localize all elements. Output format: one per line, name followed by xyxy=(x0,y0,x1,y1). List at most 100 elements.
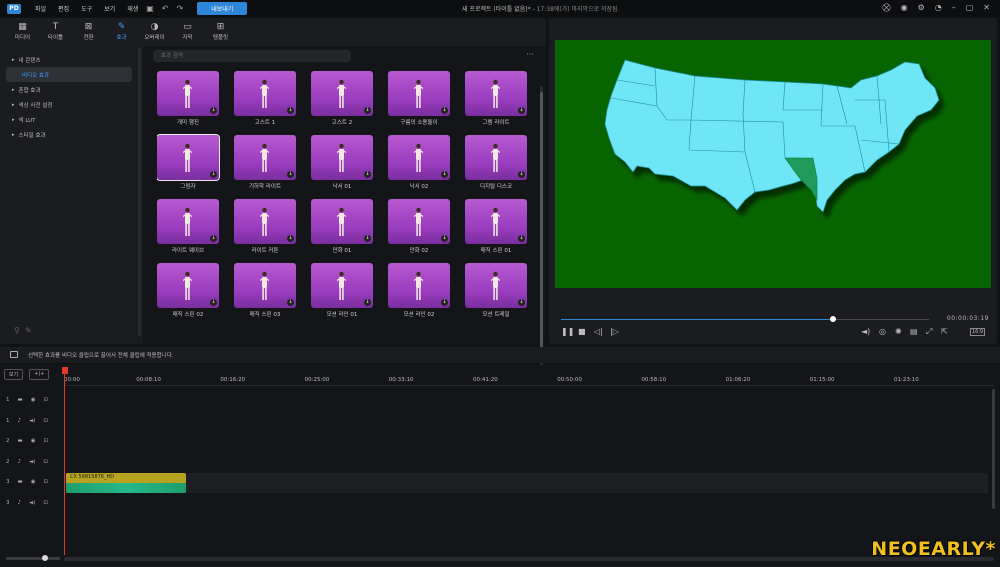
menu-view[interactable]: 보기 xyxy=(104,4,115,13)
account-icon[interactable]: ◉ xyxy=(901,3,908,13)
download-icon[interactable]: ↓ xyxy=(364,299,371,306)
playhead-handle[interactable] xyxy=(62,367,68,374)
tab-transition[interactable]: ⊠ 전환 xyxy=(72,18,105,44)
lock-icon[interactable]: ⊡ xyxy=(44,397,49,403)
track-lane[interactable] xyxy=(64,473,988,493)
aspect-ratio-button[interactable]: 16:9 xyxy=(970,328,986,336)
effect-thumbnail[interactable]: ↓ 낙서 02 xyxy=(388,135,452,191)
export-button[interactable]: 내보내기 xyxy=(197,2,248,15)
subtitle-toggle-icon[interactable]: ▤ xyxy=(910,327,918,336)
timeline-horizontal-scrollbar[interactable] xyxy=(64,557,994,561)
lock-icon[interactable]: ⊡ xyxy=(44,438,49,444)
visibility-icon[interactable]: ◉ xyxy=(31,438,36,444)
download-icon[interactable]: ↓ xyxy=(441,235,448,242)
download-icon[interactable]: ↓ xyxy=(441,299,448,306)
effect-thumbnail[interactable]: ↓ 라이트 웨이브 xyxy=(157,199,221,255)
menu-tools[interactable]: 도구 xyxy=(81,4,92,13)
effect-thumbnail[interactable]: ↓ 기하학 라이트 xyxy=(234,135,298,191)
tab-title[interactable]: T 타이틀 xyxy=(39,18,72,44)
download-icon[interactable]: ↓ xyxy=(287,171,294,178)
tree-item-blend-effects[interactable]: ▸ 혼합 효과 xyxy=(6,82,132,97)
tab-subtitle[interactable]: ▭ 자막 xyxy=(171,18,204,44)
timeline-ruler[interactable]: 00:00 00:08:10 00:16:20 00:25:00 00:33:10 00:… xyxy=(64,365,1000,387)
cart-icon[interactable]: ⛒ xyxy=(882,3,890,13)
effect-thumbnail[interactable]: ↓ 모션 라인 02 xyxy=(388,263,452,319)
effect-thumbnail[interactable]: ↓ 개미 행진 xyxy=(157,71,221,127)
edit-icon[interactable]: ✎ xyxy=(25,326,32,335)
download-icon[interactable]: ↓ xyxy=(518,171,525,178)
redo-icon[interactable]: ↷ xyxy=(177,4,184,13)
minimize-icon[interactable]: – xyxy=(952,3,956,13)
effect-thumbnail[interactable]: ↓ 만화 02 xyxy=(388,199,452,255)
download-icon[interactable]: ↓ xyxy=(210,107,217,114)
scrollbar-thumb[interactable] xyxy=(540,92,543,354)
tree-item-my-content[interactable]: ▸ 내 콘텐츠 xyxy=(6,52,132,67)
lock-icon[interactable]: ⊡ xyxy=(43,500,48,506)
visibility-icon[interactable]: ◉ xyxy=(31,397,36,403)
timeline-zoom-knob[interactable] xyxy=(42,555,48,561)
prev-frame-icon[interactable]: ◁| xyxy=(594,327,603,336)
settings-icon[interactable]: ⚙ xyxy=(918,3,925,13)
library-scrollbar[interactable] xyxy=(540,86,543,366)
save-icon[interactable]: ▣ xyxy=(146,4,154,13)
download-icon[interactable]: ↓ xyxy=(364,171,371,178)
more-options-icon[interactable]: ··· xyxy=(526,50,534,59)
visibility-icon[interactable]: ◉ xyxy=(31,479,36,485)
pause-icon[interactable]: ❚❚ xyxy=(561,327,574,336)
effect-thumbnail[interactable]: ↓ 모션 트레일 xyxy=(465,263,529,319)
tab-effect[interactable]: ✎ 효과 xyxy=(105,18,138,44)
effect-thumbnail[interactable]: ↓ 매직 스핀 02 xyxy=(157,263,221,319)
timeline-zoom-slider[interactable] xyxy=(6,557,60,560)
download-icon[interactable]: ↓ xyxy=(441,107,448,114)
tree-item-style-effects[interactable]: ▸ 스타일 효과 xyxy=(6,127,132,142)
mute-icon[interactable]: ◄) xyxy=(29,500,35,506)
effect-thumbnail[interactable]: ↓ 매직 스핀 03 xyxy=(234,263,298,319)
lock-icon[interactable]: ⊡ xyxy=(44,479,49,485)
download-icon[interactable]: ↓ xyxy=(518,235,525,242)
next-frame-icon[interactable]: |▷ xyxy=(610,327,619,336)
video-clip[interactable]: CX 59815876_HD xyxy=(66,473,186,493)
effect-thumbnail[interactable]: ↓ 그림자 xyxy=(157,134,221,191)
download-icon[interactable]: ↓ xyxy=(364,107,371,114)
tree-item-color-presets[interactable]: ▸ 색상 사전 설정 xyxy=(6,97,132,112)
lock-icon[interactable]: ⊡ xyxy=(43,418,48,424)
download-icon[interactable]: ↓ xyxy=(441,171,448,178)
effect-thumbnail[interactable]: ↓ 라이트 커튼 xyxy=(234,199,298,255)
effect-thumbnail[interactable]: ↓ 디지털 디스코 xyxy=(465,135,529,191)
mute-icon[interactable]: ◄) xyxy=(29,418,35,424)
download-icon[interactable]: ↓ xyxy=(210,299,217,306)
effect-thumbnail[interactable]: ↓ 고스트 1 xyxy=(234,71,298,127)
seek-knob[interactable] xyxy=(830,316,837,322)
lock-icon[interactable]: ⊡ xyxy=(43,459,48,465)
download-icon[interactable]: ↓ xyxy=(210,235,217,242)
menu-edit[interactable]: 편집 xyxy=(58,4,69,13)
snapshot-icon[interactable]: ◎ xyxy=(879,327,886,336)
volume-icon[interactable]: ◄) xyxy=(861,327,870,336)
quality-icon[interactable]: ✺ xyxy=(895,327,902,336)
effect-thumbnail[interactable]: ↓ 매직 스핀 01 xyxy=(465,199,529,255)
playhead[interactable] xyxy=(64,367,65,555)
undo-icon[interactable]: ↶ xyxy=(162,4,169,13)
notification-icon[interactable]: ◔ xyxy=(935,3,942,13)
tab-media[interactable]: ▦ 미디어 xyxy=(6,18,39,44)
mute-icon[interactable]: ◄) xyxy=(29,459,35,465)
timeline-vertical-scrollbar[interactable] xyxy=(992,389,995,509)
link-icon[interactable]: ⚲ xyxy=(14,326,20,335)
effect-thumbnail[interactable]: ↓ 낙서 01 xyxy=(311,135,375,191)
fullscreen-icon[interactable]: ⤢ xyxy=(926,327,932,337)
search-input[interactable]: 효과 검색 xyxy=(153,50,351,62)
download-icon[interactable]: ↓ xyxy=(518,107,525,114)
download-icon[interactable]: ↓ xyxy=(287,107,294,114)
maximize-icon[interactable]: ▢ xyxy=(966,3,974,13)
download-icon[interactable]: ↓ xyxy=(364,235,371,242)
download-icon[interactable]: ↓ xyxy=(287,299,294,306)
download-icon[interactable]: ↓ xyxy=(287,235,294,242)
download-icon[interactable]: ↓ xyxy=(210,171,217,178)
timeline-fit-button[interactable]: +|+ xyxy=(29,369,50,380)
download-icon[interactable]: ↓ xyxy=(518,299,525,306)
effect-thumbnail[interactable]: ↓ 고스트 2 xyxy=(311,71,375,127)
tree-item-video-effects[interactable]: 비디오 효과 xyxy=(6,67,132,82)
effect-thumbnail[interactable]: ↓ 그렘 라이트 xyxy=(465,71,529,127)
effect-thumbnail[interactable]: ↓ 모션 라인 01 xyxy=(311,263,375,319)
panel-divider[interactable] xyxy=(138,48,141,336)
